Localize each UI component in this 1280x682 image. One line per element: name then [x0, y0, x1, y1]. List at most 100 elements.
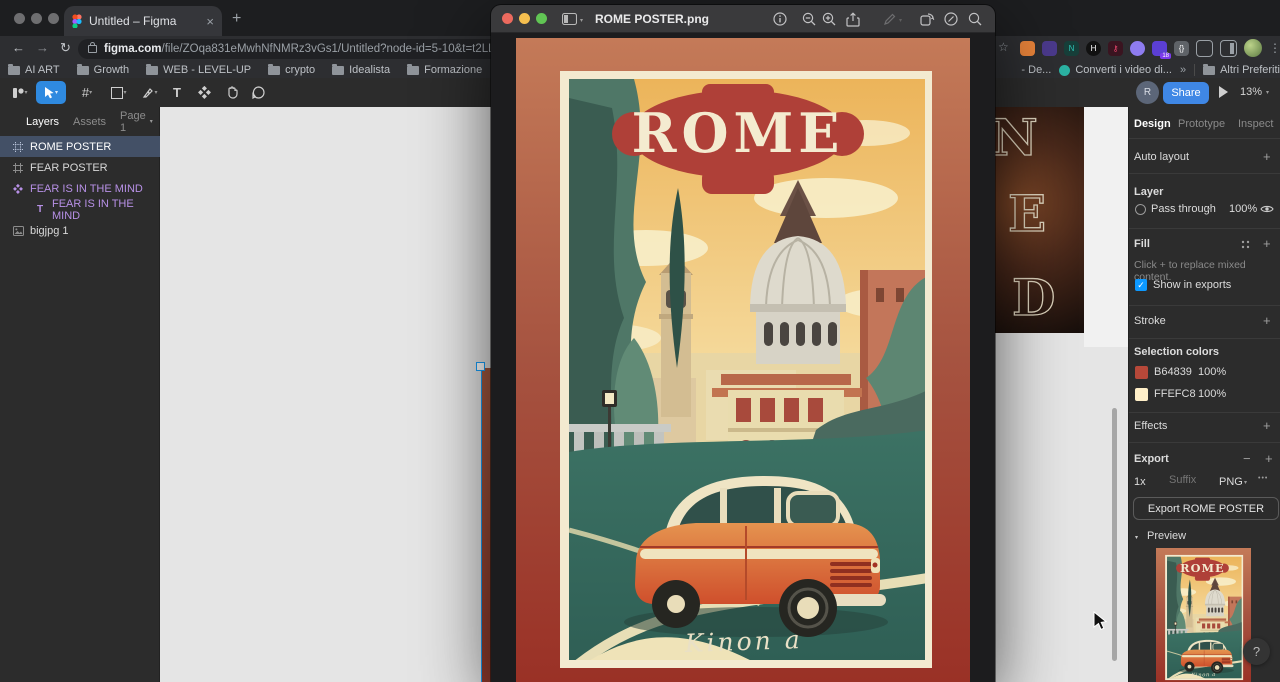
code-extension-icon[interactable]: {} [1174, 40, 1189, 56]
preview-window[interactable]: ▾ ROME POSTER.png ▾ [491, 5, 995, 682]
export-options-icon[interactable]: ••• [1258, 475, 1268, 482]
annotate-circle-icon[interactable] [943, 11, 959, 27]
export-button[interactable]: Export ROME POSTER [1133, 497, 1279, 520]
pen-tool-button[interactable]: ▾ [137, 81, 163, 104]
window-minimize-button[interactable] [31, 13, 42, 24]
help-button[interactable]: ? [1243, 638, 1270, 665]
bookmark-item[interactable]: WEB - LEVEL-UP [146, 63, 251, 76]
bookmark-item[interactable]: AI ART [8, 63, 60, 76]
tab-design[interactable]: Design [1134, 118, 1171, 130]
layer-row-fear-poster[interactable]: FEAR POSTER [0, 157, 160, 178]
hand-tool-button[interactable] [221, 81, 243, 104]
components-tool-button[interactable] [193, 81, 215, 104]
layer-row-bigjpg[interactable]: bigjpg 1 [0, 220, 160, 241]
bookmark-item[interactable]: Growth [76, 63, 129, 76]
window-zoom-button[interactable] [48, 13, 59, 24]
share-button[interactable]: Share [1163, 82, 1209, 104]
bookmark-star-icon[interactable]: ☆ [998, 40, 1009, 54]
markup-pen-icon[interactable] [881, 11, 897, 27]
styles-icon[interactable] [1241, 240, 1250, 249]
fear-poster-canvas-object[interactable]: N E D [988, 107, 1084, 333]
zoom-in-icon[interactable] [821, 11, 837, 27]
tab-close-icon[interactable]: × [206, 14, 214, 29]
page-selector[interactable]: Page 1 ▾ [120, 110, 153, 134]
user-avatar[interactable]: R [1136, 81, 1159, 104]
export-suffix-input[interactable] [1169, 474, 1214, 486]
blend-mode-icon[interactable] [1135, 204, 1146, 215]
browser-tab[interactable]: Untitled – Figma × [64, 6, 222, 36]
bookmark-item-truncated[interactable]: - De... [1021, 64, 1051, 76]
chevron-down-icon[interactable]: ▾ [899, 17, 902, 24]
stroke-add-icon[interactable]: + [1263, 313, 1271, 328]
color-hex-value[interactable]: FFEFC8 [1154, 388, 1196, 400]
comment-tool-button[interactable] [247, 81, 269, 104]
search-icon[interactable] [967, 11, 983, 27]
forward-icon[interactable]: → [36, 40, 49, 55]
preview-collapse-caret[interactable]: ▾ [1135, 534, 1138, 541]
bookmark-item[interactable]: Idealista [332, 63, 390, 76]
h-extension-icon[interactable]: H [1086, 40, 1101, 56]
new-tab-button[interactable]: + [232, 10, 241, 28]
window-close-button[interactable] [502, 13, 513, 24]
layer-row-fear-text[interactable]: T FEAR IS IN THE MIND [0, 198, 160, 222]
rotate-icon[interactable] [919, 11, 935, 27]
text-tool-button[interactable]: T [167, 81, 187, 104]
show-in-exports-checkbox[interactable]: ✓ [1135, 279, 1147, 291]
bookmark-item[interactable]: Formazione [407, 63, 482, 76]
browser-menu-icon[interactable]: ⋮ [1269, 41, 1280, 55]
color-swatch[interactable] [1135, 388, 1148, 401]
bookmark-item[interactable]: crypto [268, 63, 315, 76]
selection-handle[interactable] [476, 362, 485, 371]
export-remove-icon[interactable]: − [1243, 451, 1251, 466]
color-opacity-value[interactable]: 100% [1198, 366, 1226, 378]
export-add-icon[interactable]: + [1265, 451, 1273, 466]
cloud-extension-icon[interactable] [1130, 40, 1145, 56]
info-icon[interactable] [772, 11, 788, 27]
color-hex-value[interactable]: B64839 [1154, 366, 1192, 378]
color-opacity-value[interactable]: 100% [1198, 388, 1226, 400]
sidebar-toggle-icon[interactable] [561, 11, 577, 27]
layer-row-fear-component[interactable]: FEAR IS IN THE MIND [0, 178, 160, 199]
export-format-selector[interactable]: PNG [1219, 476, 1243, 488]
key-extension-icon[interactable]: ⚷ [1108, 40, 1123, 56]
white-frame-canvas-object[interactable] [1084, 107, 1128, 347]
visibility-eye-icon[interactable] [1260, 204, 1274, 214]
window-zoom-button[interactable] [536, 13, 547, 24]
window-minimize-button[interactable] [519, 13, 530, 24]
other-bookmarks-folder[interactable]: Altri Preferiti [1203, 63, 1280, 76]
layer-opacity-value[interactable]: 100% [1229, 203, 1257, 215]
shape-tool-button[interactable]: ▾ [106, 81, 132, 104]
notion-extension-icon[interactable]: N [1064, 40, 1079, 56]
puzzle-extensions-icon[interactable] [1196, 39, 1213, 57]
frame-tool-button[interactable]: # ▾ [74, 81, 100, 104]
fill-add-icon[interactable]: + [1263, 236, 1271, 251]
present-play-icon[interactable] [1219, 86, 1228, 98]
zoom-out-icon[interactable] [801, 11, 817, 27]
tab-layers[interactable]: Layers [26, 116, 59, 128]
auto-layout-add-icon[interactable]: + [1263, 149, 1271, 164]
ghost-extension-icon[interactable] [1042, 40, 1057, 56]
bookmarks-overflow-icon[interactable]: » [1180, 64, 1186, 76]
move-tool-button[interactable]: ▾ [36, 81, 66, 104]
share-icon[interactable] [845, 11, 861, 27]
color-swatch[interactable] [1135, 366, 1148, 379]
side-panel-icon[interactable] [1220, 39, 1237, 57]
bookmark-item[interactable]: Converti i video di... [1059, 64, 1172, 76]
back-icon[interactable]: ← [12, 40, 25, 55]
reload-icon[interactable]: ↻ [60, 40, 71, 56]
layer-row-rome-poster[interactable]: ROME POSTER [0, 136, 160, 157]
export-scale-value[interactable]: 1x [1134, 476, 1146, 488]
chevron-down-icon[interactable]: ▾ [580, 17, 583, 24]
effects-add-icon[interactable]: + [1263, 418, 1271, 433]
zoom-level-selector[interactable]: 13% ▾ [1240, 86, 1269, 98]
window-close-button[interactable] [14, 13, 25, 24]
tab-prototype[interactable]: Prototype [1178, 118, 1225, 130]
preview-window-titlebar[interactable]: ▾ ROME POSTER.png ▾ [491, 5, 995, 33]
fox-extension-icon[interactable] [1020, 40, 1035, 56]
main-menu-icon[interactable]: ▾ [8, 81, 32, 104]
tab-inspect[interactable]: Inspect [1238, 118, 1273, 130]
badged-extension-icon[interactable]: 18 [1152, 40, 1171, 59]
profile-avatar[interactable] [1244, 39, 1262, 57]
canvas-scrollbar[interactable] [1112, 408, 1117, 661]
tab-assets[interactable]: Assets [73, 116, 106, 128]
